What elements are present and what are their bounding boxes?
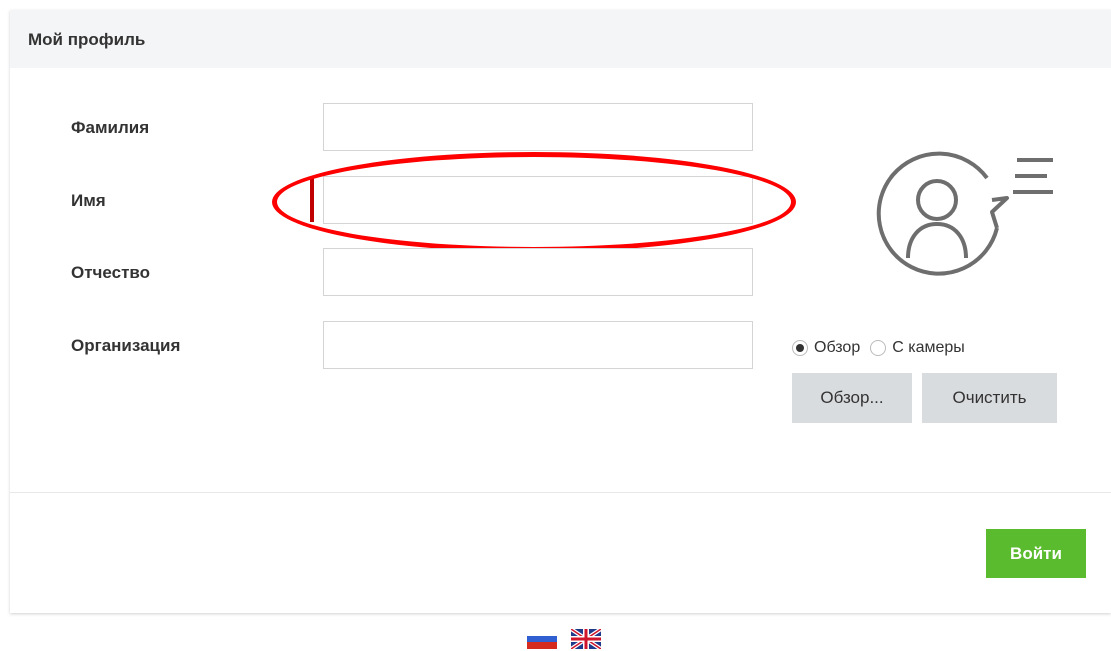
- page-title: Мой профиль: [28, 30, 146, 49]
- clear-button[interactable]: Очистить: [922, 373, 1057, 423]
- language-switcher: [527, 629, 601, 649]
- organization-label: Организация: [71, 336, 181, 355]
- last-name-label: Фамилия: [71, 118, 150, 137]
- uk-flag-icon[interactable]: [571, 629, 601, 649]
- camera-radio[interactable]: [870, 340, 887, 356]
- text-cursor: [310, 178, 314, 222]
- russia-flag-icon[interactable]: [527, 629, 557, 649]
- browse-radio-label: Обзор: [814, 339, 861, 356]
- browse-button[interactable]: Обзор...: [792, 373, 912, 423]
- profile-card: Мой профиль Фамилия Имя Отчество Организ…: [10, 10, 1111, 613]
- patronymic-label: Отчество: [71, 263, 151, 282]
- login-button[interactable]: Войти: [986, 529, 1086, 578]
- browse-radio[interactable]: [792, 340, 808, 356]
- last-name-input[interactable]: [323, 103, 753, 151]
- patronymic-input[interactable]: [323, 248, 753, 296]
- card-header: Мой профиль: [10, 10, 1111, 68]
- organization-input[interactable]: [323, 321, 753, 369]
- footer-divider: [10, 492, 1111, 493]
- camera-radio-label: С камеры: [892, 339, 965, 356]
- first-name-label: Имя: [71, 191, 106, 210]
- photo-source-options: Обзор С камеры: [792, 337, 975, 359]
- first-name-input[interactable]: [323, 176, 753, 224]
- user-profile-icon: [876, 151, 1053, 276]
